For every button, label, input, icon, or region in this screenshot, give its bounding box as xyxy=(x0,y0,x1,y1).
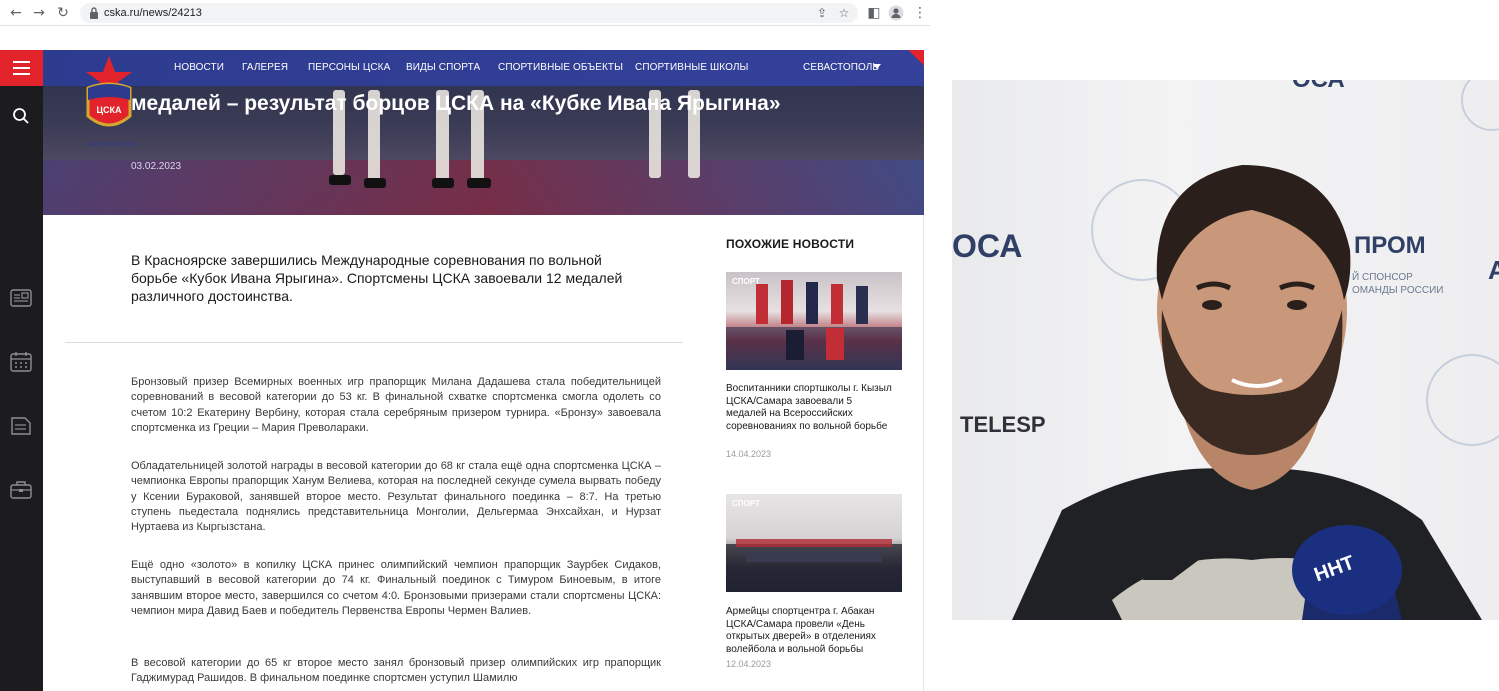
share-icon[interactable]: ⇪ xyxy=(814,5,830,21)
profile-icon[interactable] xyxy=(888,5,904,21)
document-icon[interactable] xyxy=(9,414,33,438)
cska-logo[interactable]: ЦСКА ЦЕНТРАЛЬНЫЙ СПОРТИВНЫЙ КЛУБ АРМИИ xyxy=(80,54,138,166)
backdrop-text: Й СПОНСОР xyxy=(1352,272,1413,283)
logo-text: ЦСКА xyxy=(96,105,122,115)
forward-arrow-icon[interactable]: → xyxy=(31,5,47,21)
backdrop-text: А xyxy=(1488,255,1499,285)
browser-toolbar: ← → ↻ cska.ru/news/24213 ⇪ ☆ ◧ ⋮ xyxy=(0,0,930,26)
news-icon[interactable] xyxy=(9,286,33,310)
related-title[interactable]: Воспитанники спортшколы г. Кызыл ЦСКА/Са… xyxy=(726,383,894,433)
related-date: 12.04.2023 xyxy=(726,659,772,669)
reload-icon[interactable]: ↻ xyxy=(55,5,71,21)
screen: ← → ↻ cska.ru/news/24213 ⇪ ☆ ◧ ⋮ медалей… xyxy=(0,0,1499,691)
backdrop-text: ПРОМ xyxy=(1354,232,1426,259)
calendar-icon[interactable] xyxy=(9,350,33,374)
article-body: В Красноярске завершились Международные … xyxy=(43,215,924,691)
address-bar[interactable]: cska.ru/news/24213 ⇪ ☆ xyxy=(80,3,858,23)
chevron-down-icon[interactable] xyxy=(873,64,881,69)
article-paragraph: Ещё одно «золото» в копилку ЦСКА принес … xyxy=(131,559,661,617)
related-title[interactable]: Армейцы спортцентра г. Абакан ЦСКА/Самар… xyxy=(726,606,894,656)
related-thumb[interactable]: СПОРТ xyxy=(726,494,902,592)
hero-shoe xyxy=(364,178,386,188)
star-icon[interactable]: ☆ xyxy=(836,5,852,21)
article-paragraph: Бронзовый призер Всемирных военных игр п… xyxy=(131,376,661,434)
related-news-heading: ПОХОЖИЕ НОВОСТИ xyxy=(726,237,855,251)
hero-shoe xyxy=(329,175,351,185)
nav-item-gallery[interactable]: ГАЛЕРЕЯ xyxy=(242,62,288,73)
sidepanel-icon[interactable]: ◧ xyxy=(866,5,882,21)
nav-item-schools[interactable]: СПОРТИВНЫЕ ШКОЛЫ xyxy=(635,62,748,73)
related-tag: СПОРТ xyxy=(732,277,760,286)
briefcase-icon[interactable] xyxy=(9,478,33,502)
related-photo-group xyxy=(726,539,902,592)
article-paragraph: Обладательницей золотой награды в весово… xyxy=(131,460,661,534)
hamburger-menu-button[interactable] xyxy=(0,50,43,86)
search-icon[interactable] xyxy=(9,104,33,128)
article-date: 03.02.2023 xyxy=(131,161,182,172)
article-paragraph: В весовой категории до 65 кг второе мест… xyxy=(131,657,661,685)
divider xyxy=(65,342,683,343)
nav-item-sports[interactable]: ВИДЫ СПОРТА xyxy=(406,62,480,73)
nav-item-persons[interactable]: ПЕРСОНЫ ЦСКА xyxy=(308,62,390,73)
hero-shoe xyxy=(432,178,454,188)
back-arrow-icon[interactable]: ← xyxy=(8,5,24,21)
hero-shoe xyxy=(467,178,491,188)
left-sidebar xyxy=(0,50,43,691)
related-tag: СПОРТ xyxy=(732,499,760,508)
logo-caption: ЦЕНТРАЛЬНЫЙ СПОРТИВНЫЙ КЛУБ АРМИИ xyxy=(86,140,138,148)
backdrop-text: ОМАНДЫ РОССИИ xyxy=(1352,285,1444,296)
interview-scene xyxy=(1012,80,1499,620)
backdrop-text: ОСА xyxy=(1292,80,1345,94)
nav-item-facilities[interactable]: СПОРТИВНЫЕ ОБЪЕКТЫ xyxy=(498,62,623,73)
backdrop-text: ОСА xyxy=(952,228,1023,264)
url-text: cska.ru/news/24213 xyxy=(104,7,202,19)
video-frame[interactable]: ОСА ПРОМ Й СПОНСОР ОМАНДЫ РОССИИ TELESP … xyxy=(952,80,1499,620)
main-nav: НОВОСТИ ГАЛЕРЕЯ ПЕРСОНЫ ЦСКА ВИДЫ СПОРТА… xyxy=(43,50,924,86)
lock-icon xyxy=(90,7,98,19)
related-thumb[interactable]: СПОРТ xyxy=(726,272,902,370)
article-lead: В Красноярске завершились Международные … xyxy=(131,252,623,304)
related-date: 14.04.2023 xyxy=(726,449,772,459)
menu-dots-icon[interactable]: ⋮ xyxy=(912,5,928,21)
nav-item-news[interactable]: НОВОСТИ xyxy=(174,62,224,73)
article-title: медалей – результат борцов ЦСКА на «Кубк… xyxy=(131,92,781,115)
related-photo-wrestlers xyxy=(726,280,902,370)
city-selector[interactable]: СЕВАСТОПОЛЬ xyxy=(803,62,879,73)
nav-corner-accent xyxy=(884,50,924,86)
backdrop-text: TELESP xyxy=(960,412,1046,437)
